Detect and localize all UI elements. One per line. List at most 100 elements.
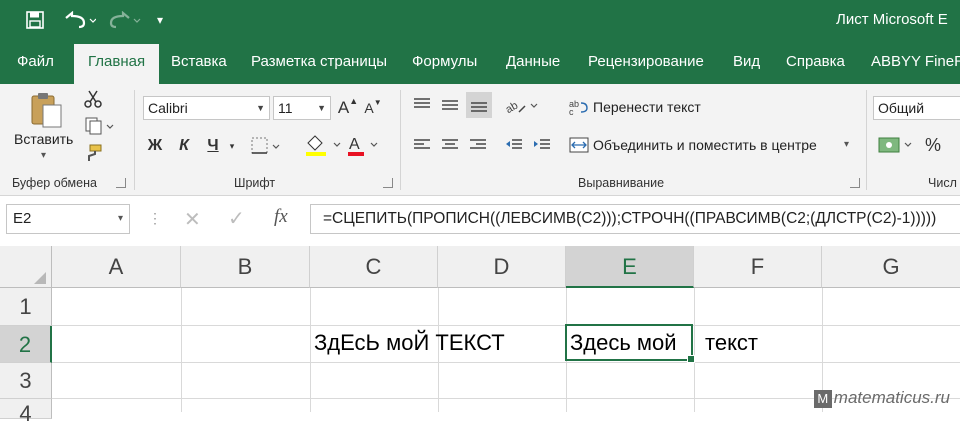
tab-home[interactable]: Главная [74,44,160,84]
paste-icon[interactable] [26,90,66,130]
tab-data[interactable]: Данные [506,40,560,84]
grid-line [310,288,311,412]
fill-color-icon[interactable] [303,132,343,158]
column-header-e[interactable]: E [566,246,694,288]
font-color-icon[interactable]: A [346,132,380,158]
spreadsheet-grid: A B C D E F G 1 2 3 4 ЗдЕсЬ моЙ ТЕКСТ Зд… [0,246,960,426]
chevron-down-icon: ▼ [317,103,326,113]
tab-page-layout[interactable]: Разметка страницы [251,40,387,84]
column-header-d[interactable]: D [438,246,566,288]
enter-check-icon[interactable]: ✓ [228,206,245,231]
cell-e2: Здесь мой [570,330,677,355]
grid-line [181,288,182,412]
column-header-c[interactable]: C [310,246,438,288]
formula-input[interactable]: =СЦЕПИТЬ(ПРОПИСН((ЛЕВСИМВ(C2)));СТРОЧН((… [310,204,960,234]
row-header-2[interactable]: 2 [0,326,52,363]
font-size-value: 11 [278,100,293,116]
row-header-4[interactable]: 4 [0,399,52,426]
cut-icon[interactable] [82,88,104,110]
title-bar: ▾ Лист Microsoft E [0,0,960,40]
select-all-corner[interactable] [0,246,52,288]
svg-text:A: A [349,136,360,153]
font-launcher-icon[interactable] [383,178,393,188]
active-cell-e2[interactable]: Здесь мой [565,324,695,363]
fill-handle[interactable] [687,355,695,363]
cancel-icon[interactable]: ✕ [184,207,201,232]
align-bottom-icon[interactable] [466,92,492,118]
tab-view[interactable]: Вид [733,40,760,84]
underline-button[interactable]: Ч [201,134,225,158]
chevron-down-icon: ▾ [117,213,123,224]
redo-icon[interactable] [106,0,142,40]
alignment-launcher-icon[interactable] [850,178,860,188]
save-icon[interactable] [22,0,48,40]
shrink-font-icon[interactable]: A ▼ [363,96,383,120]
underline-dropdown-icon[interactable]: ▾ [226,136,238,156]
clipboard-launcher-icon[interactable] [116,178,126,188]
column-header-g[interactable]: G [822,246,960,288]
undo-icon[interactable] [60,0,98,40]
cell-c2[interactable]: ЗдЕсЬ моЙ ТЕКСТ [314,330,505,356]
watermark: Mmatematicus.ru [813,388,950,408]
name-box[interactable]: E2 ▾ [6,204,130,234]
formula-controls: ✕ ✓ fx [170,204,308,234]
wrap-text-button[interactable]: Перенести текст [593,99,701,115]
grid-line [52,325,960,326]
ribbon-tabs: Файл Главная Вставка Разметка страницы Ф… [0,40,960,84]
svg-text:c: c [569,107,574,116]
group-divider [400,90,401,190]
tab-review[interactable]: Рецензирование [588,40,704,84]
merge-center-icon [568,134,590,156]
chevron-down-icon: ▼ [256,103,265,113]
merge-dropdown-icon[interactable]: ▾ [844,139,849,150]
grow-font-icon[interactable]: A ▲ [338,96,358,120]
borders-icon[interactable] [250,134,282,158]
svg-text:ab: ab [504,100,521,116]
copy-icon[interactable] [82,115,116,137]
paste-dropdown-icon[interactable]: ▾ [41,150,46,161]
font-name-select[interactable]: Calibri ▼ [143,96,270,120]
align-top-icon[interactable] [410,94,434,116]
column-header-f[interactable]: F [694,246,822,288]
align-right-icon[interactable] [466,134,490,156]
tab-help[interactable]: Справка [786,40,845,84]
row-header-1[interactable]: 1 [0,288,52,326]
format-painter-icon[interactable] [82,142,104,164]
font-size-select[interactable]: 11 ▼ [273,96,331,120]
row-header-3[interactable]: 3 [0,363,52,399]
number-format-select[interactable]: Общий [873,96,960,120]
decrease-indent-icon[interactable] [502,134,526,156]
merge-center-button[interactable]: Объединить и поместить в центре [593,137,817,153]
align-center-icon[interactable] [438,134,462,156]
cell-f2[interactable]: текст [705,330,758,356]
bold-button[interactable]: Ж [143,134,167,158]
clipboard-group-label: Буфер обмена [12,176,97,190]
column-header-b[interactable]: B [181,246,310,288]
accounting-format-icon[interactable] [876,132,916,158]
grid-line [694,288,695,412]
column-header-a[interactable]: A [52,246,181,288]
watermark-logo-icon: M [813,390,832,408]
wrap-text-icon: ab c [568,96,590,118]
formula-bar: E2 ▾ ⋮ ✕ ✓ fx =СЦЕПИТЬ(ПРОПИСН((ЛЕВСИМВ(… [0,196,960,246]
resize-handle-icon[interactable]: ⋮ [148,210,162,227]
number-format-value: Общий [878,100,925,116]
number-group-label: Числ [928,176,957,190]
percent-icon[interactable]: % [922,134,944,156]
align-left-icon[interactable] [410,134,434,156]
orientation-icon[interactable]: ab [502,92,542,118]
tab-formulas[interactable]: Формулы [412,40,477,84]
tab-file[interactable]: Файл [17,40,54,84]
font-group-label: Шрифт [234,176,276,190]
align-middle-icon[interactable] [438,94,462,116]
italic-button[interactable]: К [172,134,196,158]
ribbon: Вставить ▾ Буфер обмена Calibri ▼ 11 ▼ A ▲ … [0,84,960,196]
paste-button[interactable]: Вставить [14,131,73,147]
alignment-group-label: Выравнивание [578,176,665,190]
customize-toolbar-icon[interactable]: ▾ [152,0,168,40]
tab-abbyy[interactable]: ABBYY FineRe [871,40,960,84]
tab-insert[interactable]: Вставка [171,40,227,84]
insert-function-icon[interactable]: fx [274,206,288,228]
group-divider [134,90,135,190]
increase-indent-icon[interactable] [530,134,554,156]
